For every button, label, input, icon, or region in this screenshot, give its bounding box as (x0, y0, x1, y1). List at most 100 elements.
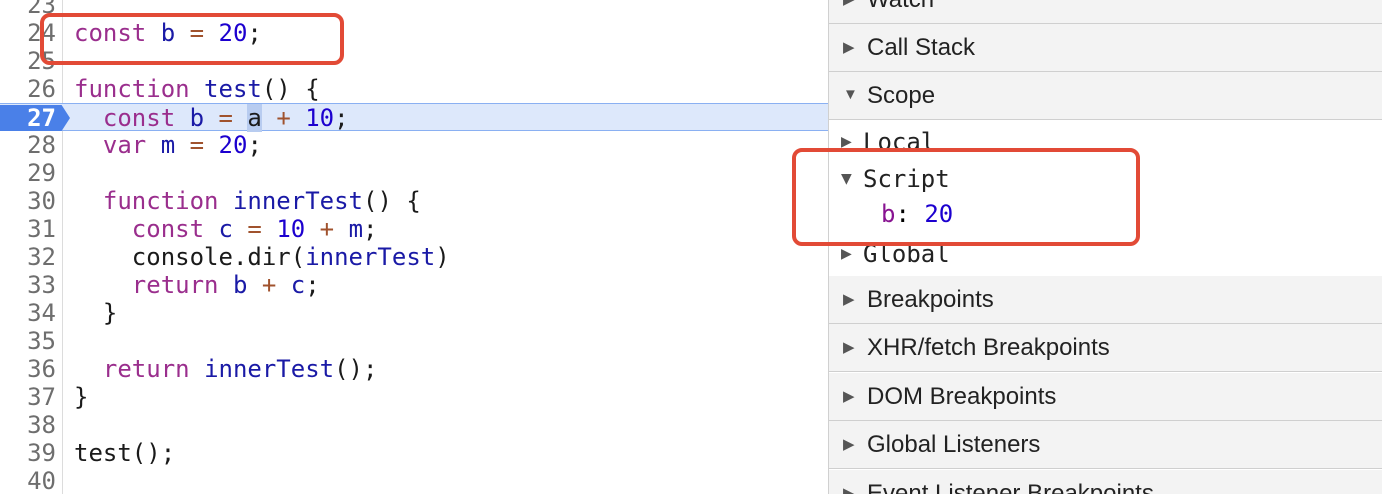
line-number[interactable]: 30 (0, 187, 56, 215)
code-token: ; (305, 271, 320, 299)
line-number[interactable]: 36 (0, 355, 56, 383)
property-separator: : (895, 200, 925, 228)
code-token: innerTest (204, 355, 335, 383)
code-token: (); (334, 355, 378, 383)
code-line-paused[interactable]: 27 const b = a + 10; (0, 103, 828, 132)
line-code: const b = a + 10; (74, 104, 349, 132)
code-token: 20 (218, 19, 248, 47)
line-code: return innerTest(); (74, 355, 378, 383)
section-xhr-breakpoints[interactable]: ▶ XHR/fetch Breakpoints (829, 324, 1382, 372)
code-line[interactable]: 37} (0, 383, 828, 411)
code-line[interactable]: 32 console.dir(innerTest) (0, 243, 828, 271)
triangle-right-icon[interactable]: ▶ (843, 0, 855, 8)
code-line[interactable]: 39 test(); (0, 439, 828, 467)
scope-script[interactable]: ▼ Script (829, 163, 1382, 199)
code-line[interactable]: 25 (0, 47, 828, 75)
code-line[interactable]: 23 (0, 0, 828, 19)
triangle-right-icon[interactable]: ▶ (843, 290, 855, 308)
line-number[interactable]: 23 (0, 0, 56, 19)
triangle-right-icon[interactable]: ▶ (843, 338, 855, 356)
line-code: var m = 20; (74, 131, 262, 159)
triangle-right-icon[interactable]: ▶ (843, 387, 855, 405)
section-scope[interactable]: ▼ Scope (829, 72, 1382, 120)
section-global-listeners[interactable]: ▶ Global Listeners (829, 421, 1382, 469)
section-breakpoints[interactable]: ▶ Breakpoints (829, 276, 1382, 324)
line-code: } (74, 299, 117, 327)
code-token: = (247, 215, 262, 243)
code-token: = (218, 104, 233, 132)
triangle-right-icon[interactable]: ▶ (843, 484, 855, 494)
code-token: 10 (276, 215, 306, 243)
line-number[interactable]: 26 (0, 75, 56, 103)
section-call-stack[interactable]: ▶ Call Stack (829, 24, 1382, 72)
section-event-listener-breakpoints[interactable]: ▶ Event Listener Breakpoints (829, 470, 1382, 494)
line-number[interactable]: 34 (0, 299, 56, 327)
triangle-right-icon[interactable]: ▶ (843, 435, 855, 453)
code-token: ; (363, 215, 378, 243)
code-token: console.dir( (74, 243, 306, 271)
code-line[interactable]: 34 } (0, 299, 828, 327)
code-token: } (74, 299, 118, 327)
code-line[interactable]: 28 var m = 20; (0, 131, 828, 159)
code-token: m (160, 131, 176, 159)
line-number[interactable]: 28 (0, 131, 56, 159)
code-token: ; (247, 131, 262, 159)
scope-global[interactable]: ▶ Global (829, 238, 1382, 274)
section-global-listeners-label: Global Listeners (867, 431, 1041, 458)
code-token: const (102, 104, 176, 132)
line-number[interactable]: 33 (0, 271, 56, 299)
line-number[interactable]: 37 (0, 383, 56, 411)
scope-script-label: Script (863, 165, 950, 193)
section-dom-breakpoints[interactable]: ▶ DOM Breakpoints (829, 373, 1382, 421)
triangle-down-icon[interactable]: ▼ (841, 171, 852, 187)
line-number[interactable]: 39 (0, 439, 56, 467)
line-number[interactable]: 24 (0, 19, 56, 47)
code-line[interactable]: 38 (0, 411, 828, 439)
source-editor[interactable]: 23 24 const b = 20; 25 26 function test() {27… (0, 0, 828, 494)
line-number[interactable]: 35 (0, 327, 56, 355)
line-number[interactable]: 32 (0, 243, 56, 271)
debugger-sidebar: ▶ Watch ▶ Call Stack ▼ Scope ▶ Local ▼ S… (828, 0, 1382, 494)
code-line[interactable]: 31 const c = 10 + m; (0, 215, 828, 243)
triangle-down-icon[interactable]: ▼ (843, 86, 858, 103)
line-number[interactable]: 31 (0, 215, 56, 243)
code-line[interactable]: 35 (0, 327, 828, 355)
line-number[interactable]: 38 (0, 411, 56, 439)
line-code: return b + c; (74, 271, 320, 299)
section-watch[interactable]: ▶ Watch (829, 0, 1382, 24)
scope-property-b[interactable]: b: 20 (881, 200, 953, 228)
code-token: 20 (218, 131, 248, 159)
code-line[interactable]: 30 function innerTest() { (0, 187, 828, 215)
line-number[interactable]: 40 (0, 467, 56, 494)
line-number[interactable]: 27 (0, 104, 56, 132)
triangle-right-icon[interactable]: ▶ (843, 38, 855, 56)
code-token: ; (247, 19, 262, 47)
code-token: + (261, 271, 277, 299)
code-line[interactable]: 33 return b + c; (0, 271, 828, 299)
code-line[interactable]: 26 function test() { (0, 75, 828, 103)
code-token: innerTest (305, 243, 436, 271)
section-scope-label: Scope (867, 82, 936, 109)
scope-local[interactable]: ▶ Local (829, 126, 1382, 162)
line-number[interactable]: 29 (0, 159, 56, 187)
code-token: 10 (305, 104, 335, 132)
triangle-right-icon[interactable]: ▶ (841, 246, 852, 262)
property-value[interactable]: 20 (924, 200, 953, 228)
triangle-right-icon[interactable]: ▶ (841, 134, 852, 150)
code-line[interactable]: 40 (0, 467, 828, 494)
code-line[interactable]: 29 (0, 159, 828, 187)
code-token: () { (363, 187, 421, 215)
code-line[interactable]: 24 const b = 20; (0, 19, 828, 47)
code-line[interactable]: 36 return innerTest(); (0, 355, 828, 383)
line-number[interactable]: 25 (0, 47, 56, 75)
section-watch-label: Watch (867, 0, 934, 14)
